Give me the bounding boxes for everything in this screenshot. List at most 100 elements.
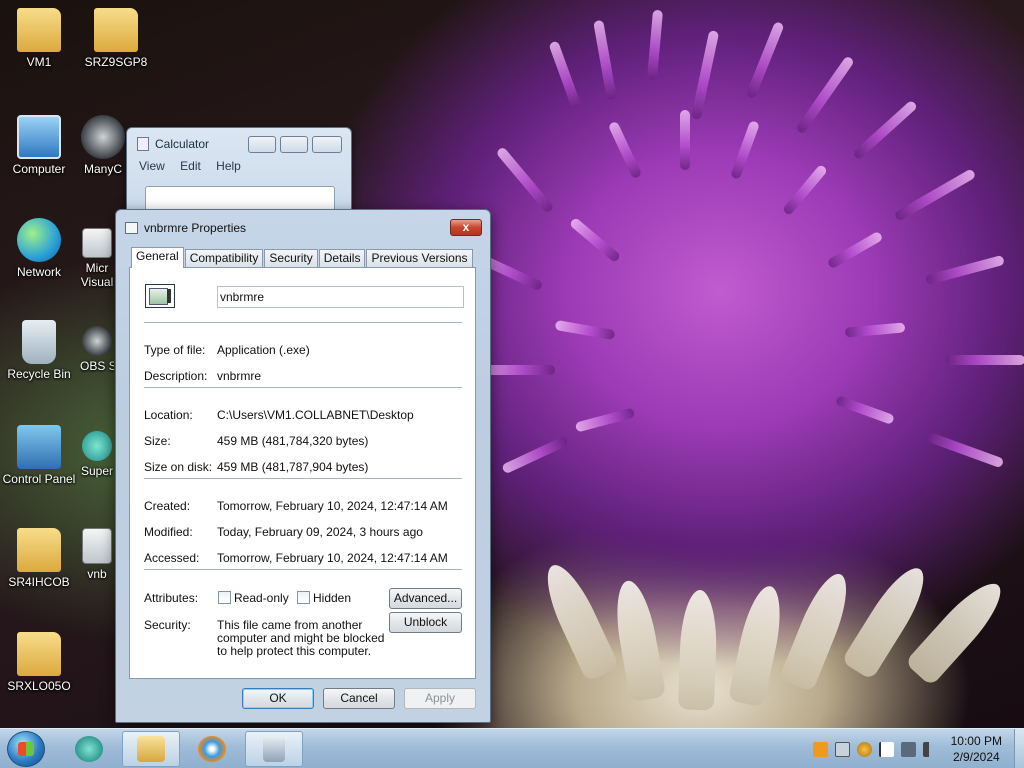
description-value: vnbrmre — [217, 369, 262, 383]
readonly-checkbox[interactable] — [218, 591, 231, 604]
desktop-icon-label: VM1 — [26, 55, 52, 69]
folder-icon — [94, 8, 138, 52]
ok-button[interactable]: OK — [242, 688, 314, 709]
desktop-icon-manycam[interactable]: ManyC — [80, 115, 126, 176]
type-of-file-label: Type of file: — [144, 343, 206, 357]
tab-previous-versions[interactable]: Previous Versions — [366, 249, 473, 268]
desktop-icon-label: Recycle Bin — [7, 367, 71, 381]
flag-icon[interactable] — [878, 741, 894, 757]
dialog-title: vnbrmre Properties — [144, 221, 247, 235]
desktop-icon-visual-studio[interactable]: Micr Visual — [80, 228, 114, 289]
modified-label: Modified: — [144, 525, 193, 539]
attributes-label: Attributes: — [144, 591, 199, 605]
calculator-title: Calculator — [155, 137, 210, 151]
divider — [144, 322, 462, 323]
app-shortcut-icon — [82, 431, 112, 461]
folder-icon — [17, 528, 61, 572]
divider — [144, 387, 462, 388]
desktop-icon-computer[interactable]: Computer — [1, 115, 77, 176]
hidden-checkbox[interactable] — [297, 591, 310, 604]
network-status-icon[interactable] — [900, 741, 916, 757]
clock[interactable]: 10:00 PM 2/9/2024 — [951, 733, 1002, 765]
desktop-icon-label: Network — [16, 265, 61, 279]
properties-icon — [125, 222, 138, 234]
description-label: Description: — [144, 369, 208, 383]
taskbar-explorer[interactable] — [122, 731, 180, 767]
desktop-icon-label: Super — [80, 464, 114, 478]
tab-security[interactable]: Security — [264, 249, 318, 268]
desktop-icon-label: ManyC — [83, 162, 122, 176]
size-label: Size: — [144, 434, 171, 448]
location-label: Location: — [144, 408, 193, 422]
tab-compatibility[interactable]: Compatibility — [184, 249, 264, 268]
teal-app-icon — [75, 736, 103, 762]
clock-date: 2/9/2024 — [952, 750, 1000, 764]
start-orb-icon[interactable] — [7, 731, 45, 767]
taskbar-media-player[interactable] — [183, 731, 241, 767]
calculator-close-button[interactable] — [312, 136, 342, 153]
file-name-field[interactable]: vnbrmre — [217, 286, 464, 308]
accessed-value: Tomorrow, February 10, 2024, 12:47:14 AM — [217, 551, 448, 565]
desktop-icon-control-panel[interactable]: Control Panel — [1, 425, 77, 486]
close-button[interactable]: x — [450, 219, 482, 236]
desktop-icon-super[interactable]: Super — [80, 425, 114, 478]
desktop-icon-label: vnb — [87, 567, 107, 581]
desktop-icon-recycle-bin[interactable]: Recycle Bin — [1, 320, 77, 381]
apply-button[interactable]: Apply — [404, 688, 476, 709]
desktop-icon-network[interactable]: Network — [1, 218, 77, 279]
app-orange-icon[interactable] — [812, 741, 828, 757]
network-icon — [17, 218, 61, 262]
desktop-icon-sr4ihcob[interactable]: SR4IHCOB — [1, 528, 77, 589]
menu-help[interactable]: Help — [216, 159, 241, 173]
calculator-icon — [137, 137, 149, 151]
tab-details[interactable]: Details — [318, 249, 366, 268]
general-tab-panel: vnbrmre Type of file: Application (.exe)… — [129, 267, 476, 679]
readonly-label: Read-only — [234, 591, 289, 605]
tab-general[interactable]: General — [131, 247, 184, 268]
exe-file-icon — [82, 528, 112, 564]
maximize-button[interactable] — [280, 136, 308, 153]
network-tray-icon[interactable] — [834, 741, 850, 757]
taskbar-calculator[interactable] — [245, 731, 303, 767]
desktop-icon-vnbrmre[interactable]: vnb — [80, 528, 114, 581]
desktop-icon-label: SR4IHCOB — [8, 575, 70, 589]
show-desktop-button[interactable] — [1014, 729, 1024, 768]
tab-strip: General Compatibility Security Details P… — [131, 247, 474, 268]
accessed-label: Accessed: — [144, 551, 200, 565]
size-on-disk-value: 459 MB (481,787,904 bytes) — [217, 460, 369, 474]
exe-file-icon — [145, 284, 175, 308]
menu-view[interactable]: View — [139, 159, 165, 173]
manycam-icon — [81, 115, 125, 159]
desktop-icon-obs[interactable]: OBS S — [80, 320, 114, 373]
clock-time: 10:00 PM — [950, 734, 1002, 748]
taskbar: 10:00 PM 2/9/2024 — [0, 728, 1024, 768]
size-value: 459 MB (481,784,320 bytes) — [217, 434, 369, 448]
obs-icon — [82, 326, 112, 356]
calculator-icon — [263, 736, 285, 762]
recycle-bin-icon — [22, 320, 56, 364]
desktop-icon-label: OBS S — [80, 359, 114, 373]
type-of-file-value: Application (.exe) — [217, 343, 310, 357]
explorer-icon — [137, 736, 165, 762]
search-tray-icon[interactable] — [856, 741, 872, 757]
desktop-icon-label: Visual — [80, 275, 114, 289]
taskbar-app-teal[interactable] — [60, 731, 118, 767]
desktop-icon-vm1[interactable]: VM1 — [1, 8, 77, 69]
volume-icon[interactable] — [922, 741, 938, 757]
modified-value: Today, February 09, 2024, 3 hours ago — [217, 525, 423, 539]
control-panel-icon — [17, 425, 61, 469]
created-label: Created: — [144, 499, 191, 513]
unblock-button[interactable]: Unblock — [389, 612, 462, 633]
menu-edit[interactable]: Edit — [180, 159, 201, 173]
cancel-button[interactable]: Cancel — [323, 688, 395, 709]
desktop-icon-srxlo05o[interactable]: SRXLO05O — [1, 632, 77, 693]
desktop-icon-srz9sgp8[interactable]: SRZ9SGP8 — [78, 8, 154, 69]
app-shortcut-icon — [82, 228, 112, 258]
location-value: C:\Users\VM1.COLLABNET\Desktop — [217, 408, 414, 422]
desktop-icon-label: Control Panel — [2, 472, 76, 486]
desktop-icon-label: Computer — [12, 162, 66, 176]
properties-dialog[interactable]: vnbrmre Properties x General Compatibili… — [115, 209, 491, 723]
advanced-button[interactable]: Advanced... — [389, 588, 462, 609]
security-label: Security: — [144, 618, 191, 632]
minimize-button[interactable] — [248, 136, 276, 153]
